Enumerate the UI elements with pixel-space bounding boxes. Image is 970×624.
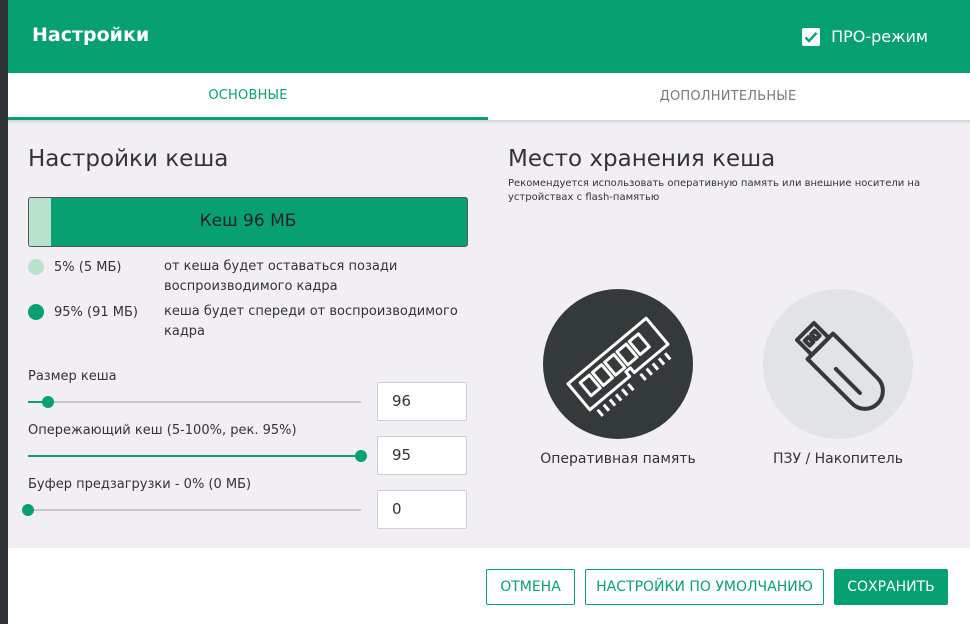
forward-cache-description: кеша будет спереди от воспроизводимого к… xyxy=(164,304,458,339)
cache-size-slider-thumb[interactable] xyxy=(41,396,54,408)
preload-buffer-slider-thumb[interactable] xyxy=(22,504,34,516)
forward-cache-slider-thumb[interactable] xyxy=(355,450,367,462)
settings-dialog: Настройки ПРО-режим ОСНОВНЫЕ ДОПОЛНИТЕЛЬ… xyxy=(8,0,970,624)
cache-size-slider[interactable] xyxy=(28,396,361,408)
storage-option-ram[interactable] xyxy=(543,289,693,439)
back-cache-legend-dot xyxy=(28,259,44,275)
dialog-title: Настройки xyxy=(32,24,150,46)
forward-cache-slider[interactable] xyxy=(28,450,367,462)
checkmark-icon xyxy=(804,31,818,43)
cache-bar: Кеш 96 МБ xyxy=(28,197,468,247)
pro-mode-toggle[interactable]: ПРО-режим xyxy=(802,27,928,46)
cache-storage-hint: Рекомендуется использовать оперативную п… xyxy=(508,178,921,203)
pro-mode-checkbox[interactable] xyxy=(802,27,821,46)
defaults-button[interactable]: НАСТРОЙКИ ПО УМОЛЧАНИЮ xyxy=(585,569,824,605)
tab-bar: ОСНОВНЫЕ ДОПОЛНИТЕЛЬНЫЕ xyxy=(8,73,970,120)
forward-cache-value: 95% (91 МБ) xyxy=(54,305,138,320)
storage-option-drive-label: ПЗУ / Накопитель xyxy=(773,451,903,467)
storage-option-drive[interactable] xyxy=(763,289,913,439)
tab-advanced[interactable]: ДОПОЛНИТЕЛЬНЫЕ xyxy=(488,73,968,120)
back-cache-value: 5% (5 МБ) xyxy=(54,260,122,275)
cache-size-label: Размер кеша xyxy=(28,369,117,384)
preload-buffer-slider[interactable] xyxy=(22,504,361,516)
dialog-header: Настройки ПРО-режим xyxy=(8,0,970,73)
forward-cache-input[interactable]: 95 xyxy=(377,436,467,475)
preload-buffer-input[interactable]: 0 xyxy=(377,490,467,529)
storage-option-ram-label: Оперативная память xyxy=(540,451,696,467)
ram-icon xyxy=(566,316,672,417)
back-cache-description: от кеша будет оставаться позади воспроиз… xyxy=(164,259,398,294)
pro-mode-label: ПРО-режим xyxy=(831,27,928,46)
cache-storage-heading: Место хранения кеша xyxy=(508,146,776,172)
tab-main[interactable]: ОСНОВНЫЕ xyxy=(8,73,488,120)
preload-buffer-label: Буфер предзагрузки - 0% (0 МБ) xyxy=(28,477,252,492)
cache-bar-label: Кеш 96 МБ xyxy=(199,211,297,231)
usb-drive-icon xyxy=(794,320,885,411)
cache-settings-heading: Настройки кеша xyxy=(28,146,229,172)
save-button[interactable]: СОХРАНИТЬ xyxy=(834,569,948,605)
forward-cache-slider-fill xyxy=(28,455,361,457)
forward-cache-legend-dot xyxy=(28,304,44,320)
forward-cache-label: Опережающий кеш (5-100%, рек. 95%) xyxy=(28,423,297,438)
cancel-button[interactable]: ОТМЕНА xyxy=(486,569,575,605)
cache-size-input[interactable]: 96 xyxy=(377,382,467,421)
tab-bar-shadow xyxy=(8,120,970,124)
